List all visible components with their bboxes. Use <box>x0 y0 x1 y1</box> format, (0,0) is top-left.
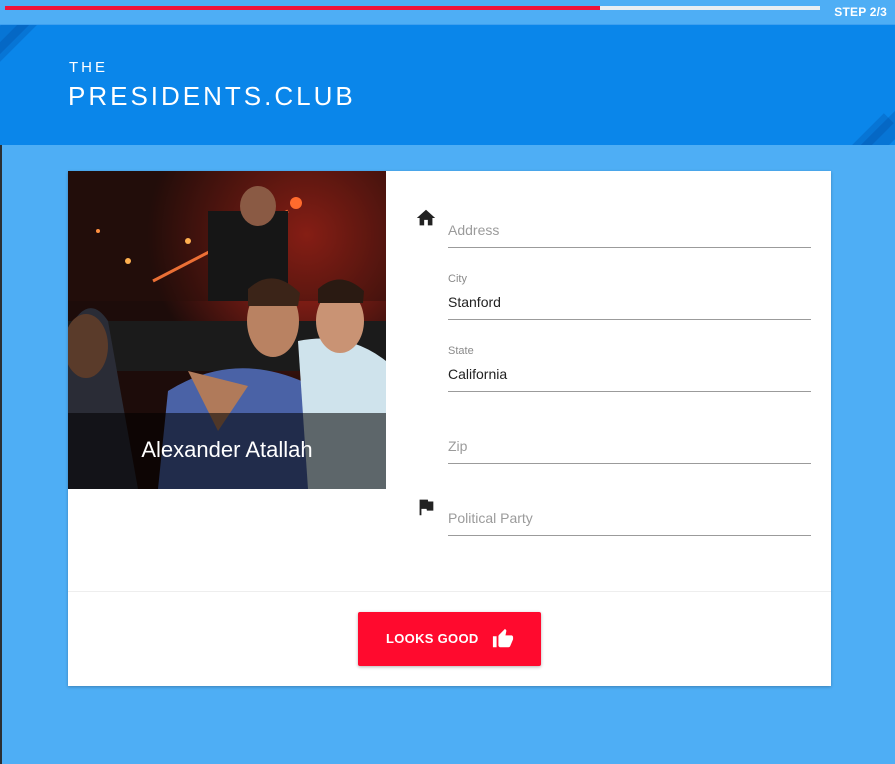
address-field[interactable]: Address <box>448 201 811 248</box>
state-value: California <box>448 366 508 382</box>
home-icon <box>416 209 436 226</box>
profile-photo: Alexander Atallah <box>68 171 386 489</box>
progress-bar-area: STEP 2/3 <box>0 0 895 24</box>
progress-fill <box>5 6 600 10</box>
brand-prefix: THE <box>69 59 108 76</box>
state-field[interactable]: State California <box>448 345 811 392</box>
card-divider <box>68 591 831 592</box>
city-field[interactable]: City Stanford <box>448 273 811 320</box>
brand-name: PRESIDENTS.CLUB <box>68 81 356 111</box>
profile-name: Alexander Atallah <box>141 437 313 462</box>
profile-card: Alexander Atallah Address City Stanford … <box>68 171 831 686</box>
zip-field[interactable]: Zip <box>448 417 811 464</box>
step-indicator: STEP 2/3 <box>834 5 887 19</box>
photo-caption: Alexander Atallah <box>68 413 386 489</box>
header-stripe <box>0 25 56 84</box>
city-label: City <box>448 273 467 285</box>
zip-placeholder: Zip <box>448 438 468 454</box>
flag-icon <box>419 499 434 516</box>
address-form: Address City Stanford State California Z… <box>398 171 831 591</box>
city-value: Stanford <box>448 294 501 310</box>
state-label: State <box>448 345 474 357</box>
app-header: THE PRESIDENTS.CLUB <box>0 24 895 145</box>
political-party-placeholder: Political Party <box>448 510 533 526</box>
looks-good-label: LOOKS GOOD <box>386 631 479 646</box>
looks-good-button[interactable]: LOOKS GOOD <box>358 612 541 666</box>
thumbs-up-icon <box>492 628 514 648</box>
political-party-field[interactable]: Political Party <box>448 489 811 536</box>
address-placeholder: Address <box>448 222 500 238</box>
progress-track <box>5 6 820 10</box>
